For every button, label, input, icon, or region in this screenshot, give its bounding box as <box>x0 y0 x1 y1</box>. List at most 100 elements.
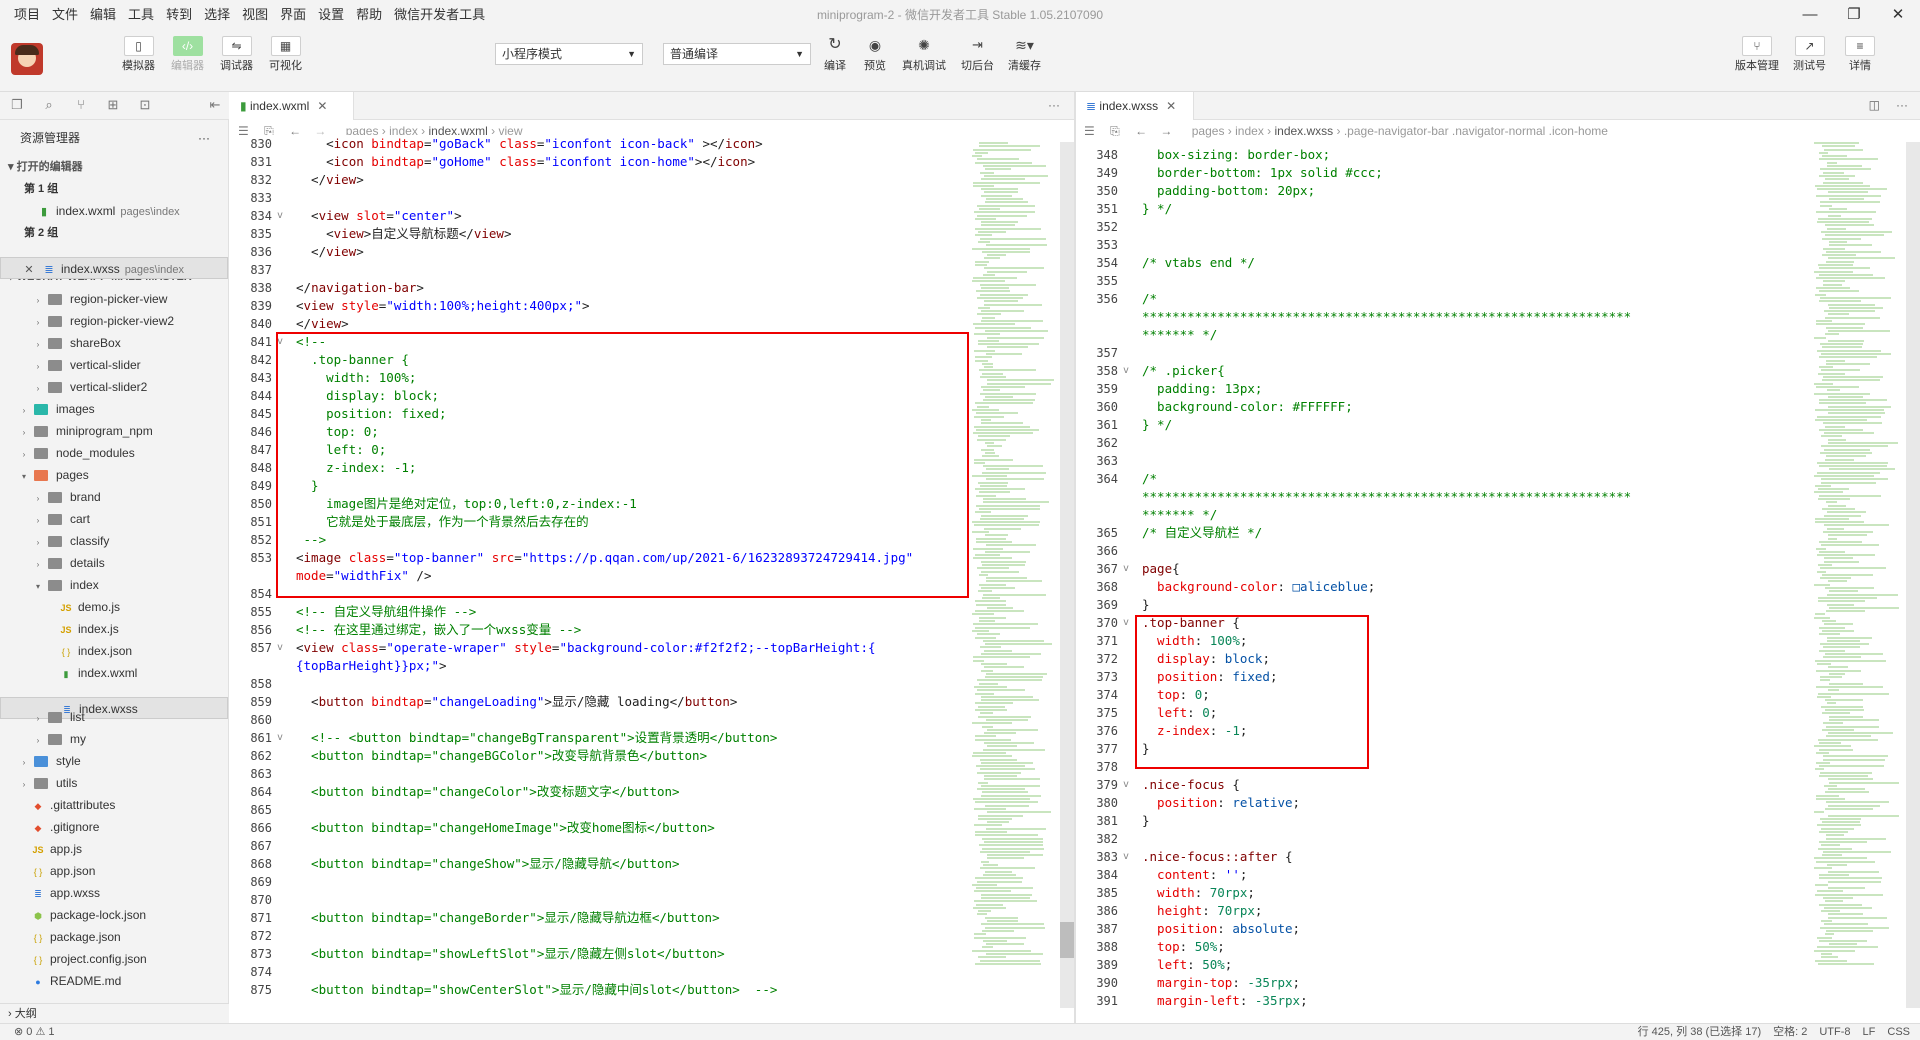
git-icon[interactable]: ⑂ <box>72 96 90 114</box>
code-line[interactable]: position: fixed; <box>1142 668 1808 686</box>
code-line[interactable]: ****************************************… <box>1142 308 1808 326</box>
code-line[interactable] <box>1142 236 1808 254</box>
code-line[interactable]: .top-banner { <box>1142 614 1808 632</box>
compile-select[interactable]: 普通编译 ▼ <box>663 43 811 65</box>
code-line[interactable]: margin-left: -35rpx; <box>1142 992 1808 1010</box>
code-line[interactable]: left: 50%; <box>1142 956 1808 974</box>
tree-item[interactable]: { } index.json <box>0 640 228 662</box>
tree-item[interactable]: ◆ .gitignore <box>0 816 228 838</box>
code-line[interactable]: <button bindtap="changeShow">显示/隐藏导航</bu… <box>296 855 968 873</box>
tree-item[interactable]: › style <box>0 750 228 772</box>
tree-item[interactable]: › cart <box>0 508 228 530</box>
code-line[interactable]: /* 自定义导航栏 */ <box>1142 524 1808 542</box>
editor-button[interactable]: ‹/› 编辑器 <box>171 36 204 73</box>
code-line[interactable] <box>296 189 968 207</box>
tree-item[interactable]: ≣ app.wxss <box>0 882 228 904</box>
code-line[interactable]: /* <box>1142 470 1808 488</box>
code-line[interactable] <box>296 261 968 279</box>
tree-item[interactable]: › details <box>0 552 228 574</box>
tree-item[interactable]: JS demo.js <box>0 596 228 618</box>
code-line[interactable]: left: 0; <box>1142 704 1808 722</box>
forward-icon[interactable]: → <box>1160 124 1172 138</box>
code-line[interactable]: <button bindtap="changeLoading">显示/隐藏 lo… <box>296 693 968 711</box>
tree-item[interactable]: ● README.md <box>0 970 228 992</box>
tree-item[interactable]: { } package.json <box>0 926 228 948</box>
code-line[interactable]: display: block; <box>1142 650 1808 668</box>
visual-button[interactable]: ▦ 可视化 <box>269 36 302 73</box>
back-icon[interactable]: ← <box>1135 124 1147 138</box>
code-line[interactable]: } <box>1142 740 1808 758</box>
menu-item[interactable]: 设置 <box>312 0 350 30</box>
left-minimap[interactable] <box>972 142 1058 992</box>
code-line[interactable]: <button bindtap="changeHomeImage">改变home… <box>296 819 968 837</box>
preview-button[interactable]: ◉ 预览 <box>860 36 890 73</box>
code-line[interactable]: /* <box>1142 290 1808 308</box>
list-icon[interactable]: ☰ <box>1084 124 1095 138</box>
code-line[interactable]: } <box>296 477 968 495</box>
code-line[interactable]: z-index: -1; <box>296 459 968 477</box>
code-line[interactable] <box>296 999 968 1001</box>
code-line[interactable]: <icon bindtap="goBack" class="iconfont i… <box>296 135 968 153</box>
avatar[interactable] <box>11 43 43 75</box>
simulator-button[interactable]: ▯ 模拟器 <box>122 36 155 73</box>
code-line[interactable]: padding-bottom: 20px; <box>1142 182 1808 200</box>
extensions-icon[interactable]: ⊡ <box>136 96 154 114</box>
fold-icon[interactable]: v <box>277 333 283 351</box>
bookmark-icon[interactable]: ⎘ <box>1110 124 1120 138</box>
fold-icon[interactable]: v <box>277 207 283 225</box>
code-line[interactable] <box>1142 542 1808 560</box>
remote-debug-button[interactable]: ✺ 真机调试 <box>902 36 946 73</box>
tree-item[interactable]: ▮ index.wxml <box>0 662 228 684</box>
code-line[interactable]: ******* */ <box>1142 326 1808 344</box>
code-line[interactable]: box-sizing: border-box; <box>1142 146 1808 164</box>
code-line[interactable]: <button bindtap="showCenterSlot">显示/隐藏中间… <box>296 981 968 999</box>
right-code-editor[interactable]: 348 349 350 351 352 353 354 355 356 357 358 359 360 3… <box>1076 146 1808 1012</box>
code-line[interactable]: <icon bindtap="goHome" class="iconfont i… <box>296 153 968 171</box>
tab-index-wxml[interactable]: ▮ index.wxml ✕ <box>230 92 354 120</box>
code-line[interactable] <box>1142 434 1808 452</box>
code-line[interactable]: background-color: #FFFFFF; <box>1142 398 1808 416</box>
code-line[interactable]: <!-- <box>296 333 968 351</box>
code-line[interactable]: } */ <box>1142 200 1808 218</box>
tree-item[interactable]: JS app.js <box>0 838 228 860</box>
code-line[interactable] <box>296 891 968 909</box>
tree-item[interactable]: › vertical-slider <box>0 354 228 376</box>
fold-icon[interactable]: v <box>277 729 283 747</box>
right-scrollbar[interactable] <box>1906 142 1920 1008</box>
fold-icon[interactable]: v <box>1123 776 1129 794</box>
files-icon[interactable]: ❐ <box>8 96 26 114</box>
open-editor-item[interactable]: ▮ index.wxml pages\index <box>0 200 228 222</box>
code-line[interactable]: ******* */ <box>1142 506 1808 524</box>
code-line[interactable]: width: 100%; <box>1142 632 1808 650</box>
version-button[interactable]: ⑂ 版本管理 <box>1735 36 1779 73</box>
code-line[interactable]: top: 50%; <box>1142 938 1808 956</box>
details-button[interactable]: ≡ 详情 <box>1845 36 1875 73</box>
tree-item[interactable]: › node_modules <box>0 442 228 464</box>
code-line[interactable]: image图片是绝对定位，top:0,left:0,z-index:-1 <box>296 495 968 513</box>
code-line[interactable]: <view class="operate-wraper" style="back… <box>296 639 968 657</box>
code-line[interactable] <box>296 927 968 945</box>
test-account-button[interactable]: ↗ 测试号 <box>1793 36 1826 73</box>
tree-item[interactable]: › classify <box>0 530 228 552</box>
code-line[interactable]: <view slot="center"> <box>296 207 968 225</box>
code-line[interactable]: z-index: -1; <box>1142 722 1808 740</box>
tree-item[interactable]: › region-picker-view2 <box>0 310 228 332</box>
code-line[interactable]: border-bottom: 1px solid #ccc; <box>1142 164 1808 182</box>
tab-index-wxss[interactable]: ≣ index.wxss ✕ <box>1076 92 1194 120</box>
compile-button[interactable]: ↻ 编译 <box>820 36 850 73</box>
tree-item[interactable]: ▾ pages <box>0 464 228 486</box>
fold-icon[interactable]: v <box>277 639 283 657</box>
code-line[interactable]: padding: 13px; <box>1142 380 1808 398</box>
tree-item[interactable]: { } project.config.json <box>0 948 228 970</box>
code-line[interactable]: top: 0; <box>1142 686 1808 704</box>
tree-item[interactable]: › miniprogram_npm <box>0 420 228 442</box>
split-editor-icon[interactable]: ◫ <box>1869 98 1880 112</box>
code-line[interactable] <box>296 801 968 819</box>
code-line[interactable]: 它就是处于最底层，作为一个背景然后去存在的 <box>296 513 968 531</box>
code-line[interactable]: </navigation-bar> <box>296 279 968 297</box>
more-icon[interactable]: ··· <box>1896 98 1908 112</box>
code-line[interactable]: <!-- <button bindtap="changeBgTransparen… <box>296 729 968 747</box>
code-line[interactable]: width: 70rpx; <box>1142 884 1808 902</box>
close-icon[interactable]: ✕ <box>1166 99 1176 113</box>
code-line[interactable] <box>296 675 968 693</box>
